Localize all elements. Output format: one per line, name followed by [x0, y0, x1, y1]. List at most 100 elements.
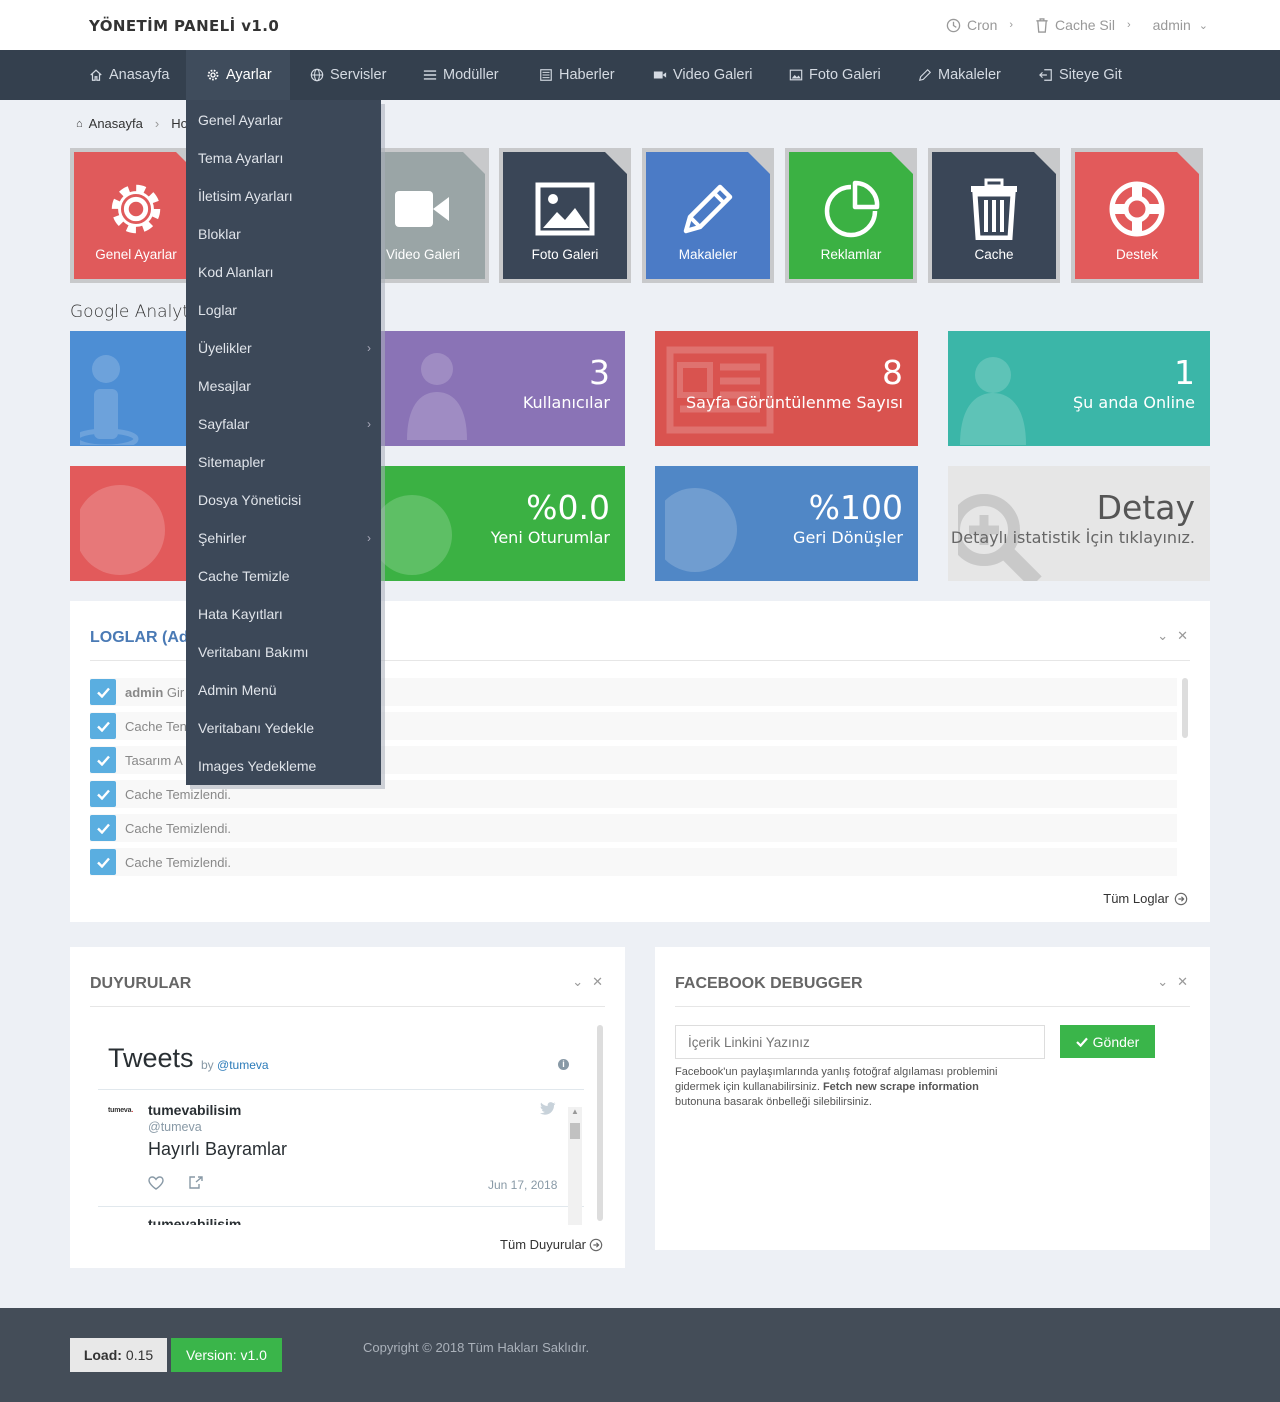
dropdown-item[interactable]: Hata Kayıtları	[186, 595, 381, 633]
dropdown-item[interactable]: Genel Ayarlar	[186, 101, 381, 139]
heart-icon[interactable]	[148, 1176, 164, 1190]
dropdown-item[interactable]: Kod Alanları	[186, 253, 381, 291]
cron-label: Cron	[967, 17, 998, 33]
facebook-url-input[interactable]	[675, 1025, 1045, 1059]
dropdown-item[interactable]: İletisim Ayarları	[186, 177, 381, 215]
all-logs-link[interactable]: Tüm Loglar	[1103, 891, 1188, 906]
dropdown-item-label: Hata Kayıtları	[198, 606, 283, 622]
dropdown-item[interactable]: Loglar	[186, 291, 381, 329]
dropdown-item[interactable]: Veritabanı Bakımı	[186, 633, 381, 671]
dropdown-item-label: Cache Temizle	[198, 568, 290, 584]
dropdown-item[interactable]: Veritabanı Yedekle	[186, 709, 381, 747]
exit-icon	[1039, 69, 1052, 81]
tile-makaleler[interactable]: Makaleler	[642, 148, 774, 283]
facebook-debugger-title: FACEBOOK DEBUGGER	[675, 975, 863, 992]
collapse-icon[interactable]: ⌄	[572, 974, 583, 990]
tweet-author[interactable]: tumevabilisim	[148, 1216, 241, 1225]
dropdown-item[interactable]: Mesajlar	[186, 367, 381, 405]
log-text: Gir	[166, 684, 185, 700]
tile-destek[interactable]: Destek	[1071, 148, 1203, 283]
nav-foto-galeri[interactable]: Foto Galeri	[789, 50, 881, 100]
panel-scrollbar[interactable]	[597, 1025, 603, 1221]
globe-icon	[665, 488, 737, 572]
logs-scrollbar[interactable]	[1182, 678, 1188, 738]
globe-icon	[372, 495, 452, 575]
nav-moduller[interactable]: Modüller	[423, 50, 499, 100]
list-icon	[423, 70, 437, 80]
stat-number: 1	[1174, 353, 1195, 392]
video-icon	[653, 71, 667, 79]
breadcrumb-home[interactable]: Anasayfa	[89, 116, 143, 131]
dropdown-item[interactable]: Tema Ayarları	[186, 139, 381, 177]
stat-card-detay[interactable]: Detay Detaylı istatistik İçin tıklayınız…	[948, 466, 1210, 581]
cron-link[interactable]: Cron ›	[946, 17, 1013, 33]
announcements-panel: DUYURULAR ⌄ ✕ Tweets by @tumeva i tumeva…	[70, 947, 625, 1268]
nav-ayarlar[interactable]: Ayarlar	[186, 50, 290, 100]
stat-card-new-sessions[interactable]: %0.0 Yeni Oturumlar	[362, 466, 625, 581]
tile-foto-galeri[interactable]: Foto Galeri	[499, 148, 631, 283]
dropdown-item-label: Sayfalar	[198, 416, 250, 432]
top-bar: YÖNETİM PANELİ v1.0 Cron › Cache Sil › a…	[0, 0, 1280, 50]
nav-anasayfa[interactable]: Anasayfa	[89, 50, 169, 100]
nav-video-galeri[interactable]: Video Galeri	[653, 50, 753, 100]
tweet-author[interactable]: tumevabilisim	[148, 1102, 241, 1118]
tweets-handle[interactable]: @tumeva	[217, 1058, 269, 1072]
cache-sil-link[interactable]: Cache Sil ›	[1035, 17, 1131, 33]
tweet-handle[interactable]: @tumeva	[148, 1120, 202, 1134]
dropdown-item[interactable]: Cache Temizle	[186, 557, 381, 595]
log-text: Cache Ten	[125, 718, 187, 734]
tile-cache[interactable]: Cache	[928, 148, 1060, 283]
dropdown-item[interactable]: Sitemapler	[186, 443, 381, 481]
collapse-icon[interactable]: ⌄	[1157, 974, 1168, 990]
trash-icon	[971, 178, 1017, 240]
close-icon[interactable]: ✕	[1177, 628, 1188, 644]
all-announcements-link[interactable]: Tüm Duyurular	[500, 1237, 603, 1252]
twitter-bird-icon[interactable]	[540, 1102, 556, 1116]
dropdown-item[interactable]: Sayfalar ›	[186, 405, 381, 443]
twitter-widget[interactable]: Tweets by @tumeva i tumeva. tumevabilisi…	[98, 1025, 584, 1225]
tweets-scrollbar[interactable]: ▲	[568, 1107, 582, 1225]
tile-reklamlar[interactable]: Reklamlar	[785, 148, 917, 283]
collapse-icon[interactable]: ⌄	[1157, 628, 1168, 644]
tile-label: Genel Ayarlar	[95, 247, 177, 262]
dropdown-item-label: Şehirler	[198, 530, 247, 546]
dropdown-item-label: İletisim Ayarları	[198, 188, 293, 204]
nav-label: Haberler	[559, 67, 615, 83]
dropdown-item[interactable]: Dosya Yöneticisi	[186, 481, 381, 519]
dropdown-item[interactable]: Şehirler ›	[186, 519, 381, 557]
load-label: Load:	[83, 1347, 122, 1363]
user-menu[interactable]: admin ⌄	[1153, 17, 1208, 33]
check-icon	[90, 679, 116, 705]
brand-title[interactable]: YÖNETİM PANELİ v1.0	[89, 17, 279, 35]
tweet-item[interactable]: tumeva. tumevabilisim @tumeva Hayırlı Ba…	[98, 1090, 568, 1207]
dropdown-item[interactable]: Üyelikler ›	[186, 329, 381, 367]
tweet-date[interactable]: Jun 17, 2018	[488, 1178, 557, 1192]
nav-makaleler[interactable]: Makaleler	[918, 50, 1001, 100]
close-icon[interactable]: ✕	[1177, 974, 1188, 990]
stat-card-online[interactable]: 1 Şu anda Online	[948, 331, 1210, 446]
nav-haberler[interactable]: Haberler	[539, 50, 615, 100]
log-text: Cache Temizlendi.	[125, 820, 231, 836]
tweet-avatar: tumeva.	[108, 1107, 134, 1114]
info-icon[interactable]: i	[558, 1059, 569, 1070]
dropdown-item[interactable]: Admin Menü	[186, 671, 381, 709]
send-button[interactable]: Gönder	[1060, 1025, 1155, 1058]
user-icon	[80, 355, 139, 445]
stat-card-bounce[interactable]: %100 Geri Dönüşler	[655, 466, 918, 581]
nav-servisler[interactable]: Servisler	[310, 50, 386, 100]
stat-card-users[interactable]: 3 Kullanıcılar	[362, 331, 625, 446]
close-icon[interactable]: ✕	[592, 974, 603, 990]
stat-card-pageviews[interactable]: 8 Sayfa Görüntülenme Sayısı	[655, 331, 918, 446]
nav-siteye-git[interactable]: Siteye Git	[1039, 50, 1122, 100]
dropdown-item[interactable]: Bloklar	[186, 215, 381, 253]
share-icon[interactable]	[188, 1175, 204, 1190]
stat-text: Kullanıcılar	[522, 393, 610, 412]
user-name: admin	[1152, 17, 1191, 33]
tweets-title: Tweets	[108, 1043, 194, 1073]
help-text-bold: Fetch new scrape information	[822, 1081, 979, 1093]
nav-label: Video Galeri	[673, 67, 753, 83]
lifebuoy-icon	[1109, 181, 1165, 237]
dropdown-item[interactable]: Images Yedekleme	[186, 747, 381, 785]
nav-label: Ayarlar	[226, 67, 272, 83]
tile-genel-ayarlar[interactable]: Genel Ayarlar	[70, 148, 202, 283]
